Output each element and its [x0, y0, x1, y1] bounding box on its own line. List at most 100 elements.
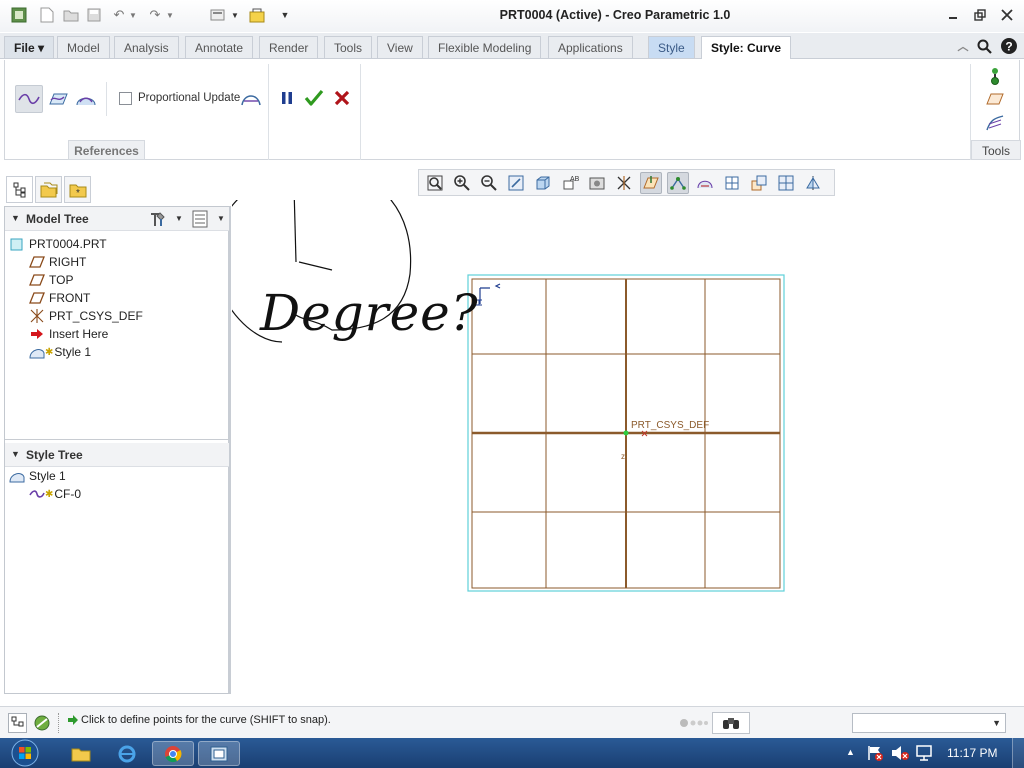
style-feature-icon: [9, 469, 25, 483]
tree-root-item[interactable]: PRT0004.PRT: [9, 235, 143, 253]
restore-icon[interactable]: [969, 6, 991, 24]
close-icon[interactable]: [996, 6, 1018, 24]
refit-icon[interactable]: [424, 172, 446, 194]
ribbon-group-separator: [360, 64, 361, 160]
view-indicator-icon: [476, 283, 501, 306]
datum-plane-icon: [29, 291, 45, 305]
tree-item-right[interactable]: RIGHT: [29, 253, 143, 271]
tab-model[interactable]: Model: [57, 36, 110, 58]
minimize-icon[interactable]: [942, 6, 964, 24]
taskbar: ▲ 11:17 PM: [0, 738, 1024, 768]
plane-tool-icon[interactable]: [982, 86, 1008, 112]
style-tree-root[interactable]: Style 1: [9, 467, 81, 485]
action-center-flag-icon[interactable]: [866, 744, 884, 765]
free-curve-icon[interactable]: [15, 85, 43, 113]
zoom-out-icon[interactable]: [478, 172, 500, 194]
favorites-tab[interactable]: *: [64, 176, 91, 203]
search-icon[interactable]: [975, 36, 993, 56]
csys-marker-icon: z: [621, 430, 648, 461]
tree-settings-icon[interactable]: [148, 210, 168, 231]
tab-view[interactable]: View: [377, 36, 423, 58]
tree-item-label: RIGHT: [49, 255, 87, 269]
part-icon: [9, 237, 25, 251]
tree-item-label: Style 1: [54, 345, 92, 359]
csys-icon: [29, 309, 45, 323]
modified-star-icon: ✱: [45, 488, 54, 500]
show-desktop-button[interactable]: [1012, 738, 1024, 768]
zoom-in-icon[interactable]: [451, 172, 473, 194]
style-tree-item-cf-0[interactable]: ✱ CF-0: [29, 485, 81, 503]
taskbar-explorer-icon[interactable]: [60, 741, 102, 766]
accept-checkmark-icon[interactable]: [301, 85, 327, 111]
insert-arrow-icon: [29, 327, 45, 341]
tab-annotate[interactable]: Annotate: [185, 36, 254, 58]
svg-text:AB: AB: [570, 176, 579, 183]
plane-display-icon[interactable]: [640, 172, 662, 194]
tab-analysis[interactable]: Analysis: [114, 36, 179, 58]
browser-toggle-icon[interactable]: [32, 713, 52, 733]
help-icon[interactable]: ?: [1000, 36, 1018, 56]
taskbar-chrome-icon[interactable]: [152, 741, 194, 766]
tree-settings-dropdown-icon[interactable]: ▼: [175, 214, 183, 223]
collapse-triangle-icon[interactable]: ▼: [11, 449, 20, 459]
tree-columns-icon[interactable]: [192, 210, 208, 231]
grid-display-icon[interactable]: [775, 172, 797, 194]
graphics-toolbar: AB: [418, 169, 835, 196]
annotation-display-icon[interactable]: [748, 172, 770, 194]
tree-item-insert-here[interactable]: Insert Here: [29, 325, 143, 343]
analysis-tool-icon[interactable]: [982, 110, 1008, 136]
tab-style-curve[interactable]: Style: Curve: [701, 36, 792, 59]
tree-item-csys[interactable]: PRT_CSYS_DEF: [29, 307, 143, 325]
csys-label: PRT_CSYS_DEF: [631, 420, 709, 431]
tab-style[interactable]: Style: [648, 36, 695, 58]
style-tree-header: ▼ Style Tree: [5, 443, 229, 467]
filter-select[interactable]: ▼: [852, 713, 1006, 733]
curve-icon: [29, 487, 45, 501]
proportional-update-checkbox[interactable]: [119, 92, 132, 105]
tree-item-top[interactable]: TOP: [29, 271, 143, 289]
tree-item-style-1[interactable]: ✱ Style 1: [29, 343, 143, 361]
clock[interactable]: 11:17 PM: [947, 746, 997, 760]
references-button[interactable]: References: [68, 140, 145, 160]
style-tree-root-label: Style 1: [29, 469, 66, 483]
point-display-icon[interactable]: [667, 172, 689, 194]
repaint-icon[interactable]: [505, 172, 527, 194]
show-hidden-icons-icon[interactable]: ▲: [846, 747, 855, 757]
saved-orientations-icon[interactable]: AB: [559, 172, 581, 194]
pause-icon[interactable]: [274, 85, 300, 111]
graphics-window[interactable]: z PRT_CSYS_DEF Degree?: [232, 200, 1024, 700]
tab-render[interactable]: Render: [259, 36, 319, 58]
collapse-triangle-icon[interactable]: ▼: [11, 213, 20, 223]
taskbar-creo-icon[interactable]: [198, 741, 240, 766]
spin-center-icon[interactable]: [721, 172, 743, 194]
toggle-navigator-icon[interactable]: [8, 713, 27, 733]
start-button[interactable]: [6, 738, 44, 768]
planar-curve-icon[interactable]: [45, 86, 71, 112]
view-manager-icon[interactable]: [586, 172, 608, 194]
curve-edit-icon[interactable]: [238, 86, 264, 112]
views-display-icon[interactable]: [802, 172, 824, 194]
folder-browser-tab[interactable]: [35, 176, 62, 203]
status-separator: [58, 713, 60, 733]
handwritten-degree-text: Degree?: [259, 284, 479, 342]
tab-flexible-modeling[interactable]: Flexible Modeling: [428, 36, 542, 58]
csys-display-icon[interactable]: [694, 172, 716, 194]
cancel-x-icon[interactable]: [329, 85, 355, 111]
collapse-ribbon-icon[interactable]: ︿: [954, 36, 972, 56]
display-style-icon[interactable]: [532, 172, 554, 194]
tools-group-label[interactable]: Tools: [971, 140, 1021, 160]
ribbon-group-separator: [268, 64, 269, 160]
tab-tools[interactable]: Tools: [324, 36, 373, 58]
tree-item-label: CF-0: [54, 487, 82, 501]
tree-item-front[interactable]: FRONT: [29, 289, 143, 307]
tree-columns-dropdown-icon[interactable]: ▼: [217, 214, 225, 223]
tab-applications[interactable]: Applications: [548, 36, 633, 58]
tab-file[interactable]: File ▾: [4, 36, 55, 58]
network-icon[interactable]: [915, 744, 935, 765]
volume-muted-icon[interactable]: [890, 744, 910, 765]
cos-curve-icon[interactable]: [73, 86, 99, 112]
datum-display-icon[interactable]: [613, 172, 635, 194]
find-binoculars-icon[interactable]: [712, 712, 750, 734]
taskbar-ie-icon[interactable]: [106, 741, 148, 766]
model-tree-tab[interactable]: [6, 176, 33, 203]
